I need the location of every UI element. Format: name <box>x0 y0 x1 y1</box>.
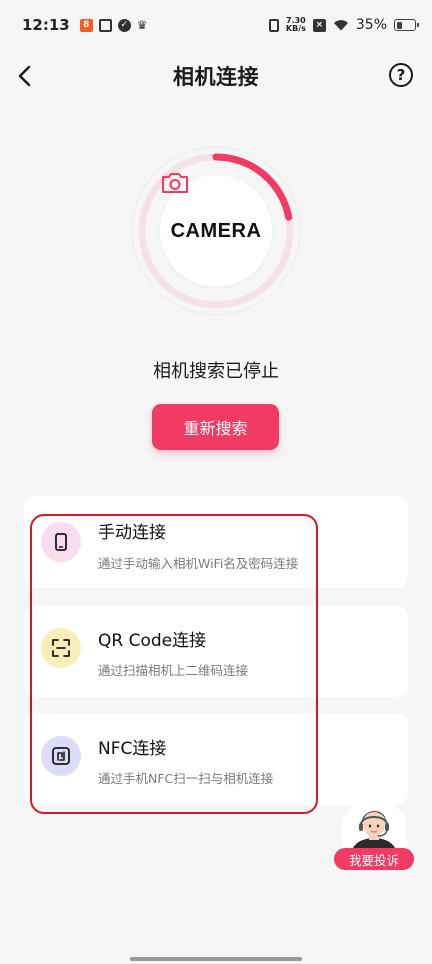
status-bar: 12:13 8 ✓ ♛ 7.30 KB/s × 35% <box>0 0 432 50</box>
speed-icon: 7.30 KB/s <box>286 17 306 33</box>
manual-connect-desc: 通过手动输入相机WiFi名及密码连接 <box>98 556 299 571</box>
box-icon <box>98 18 112 32</box>
back-button[interactable] <box>12 62 40 90</box>
camera-icon <box>162 173 188 193</box>
manual-connect-icon-wrap <box>41 522 81 562</box>
x-badge-icon: × <box>312 18 326 32</box>
help-button[interactable]: ? <box>389 63 413 87</box>
header: 相机连接 ? <box>0 50 432 102</box>
camera-search-indicator: CAMERA <box>130 145 302 317</box>
manual-connect-card[interactable]: 手动连接 通过手动输入相机WiFi名及密码连接 <box>24 496 408 588</box>
page-title: 相机连接 <box>173 65 259 89</box>
nfc-connect-icon-wrap <box>41 736 81 776</box>
nfc-connect-desc: 通过手机NFC扫一扫与相机连接 <box>98 771 274 786</box>
camera-label: CAMERA <box>170 219 262 242</box>
nfc-icon <box>52 747 70 765</box>
crown-icon: ♛ <box>136 18 148 32</box>
vibrate-icon <box>268 18 279 32</box>
manual-connect-title: 手动连接 <box>98 523 166 543</box>
qr-connect-card[interactable]: QR Code连接 通过扫描相机上二维码连接 <box>24 605 408 697</box>
qr-connect-icon-wrap <box>41 628 81 668</box>
net-speed-unit: KB/s <box>285 24 306 33</box>
wifi-icon <box>333 19 349 31</box>
question-circle-icon: ? <box>396 66 406 84</box>
qr-connect-title: QR Code连接 <box>98 631 207 651</box>
customer-service-avatar <box>342 800 406 852</box>
chevron-left-icon <box>18 65 31 87</box>
complaint-label: 我要投诉 <box>334 848 414 870</box>
nfc-connect-card[interactable]: NFC连接 通过手机NFC扫一扫与相机连接 <box>24 713 408 805</box>
phone-icon <box>55 533 67 551</box>
scan-icon <box>52 639 70 657</box>
home-indicator[interactable] <box>130 957 302 961</box>
check-circle-icon: ✓ <box>117 18 131 32</box>
camera-badge: CAMERA <box>160 173 272 287</box>
research-button[interactable]: 重新搜索 <box>152 404 279 450</box>
search-status-text: 相机搜索已停止 <box>153 361 279 382</box>
battery-percent: 35% <box>355 17 387 33</box>
nfc-connect-title: NFC连接 <box>98 739 167 759</box>
status-time: 12:13 <box>22 16 70 34</box>
app-badge-icon: 8 <box>79 18 93 32</box>
qr-connect-desc: 通过扫描相机上二维码连接 <box>98 663 249 678</box>
complaint-button[interactable]: 我要投诉 <box>334 800 414 872</box>
battery-icon <box>394 19 419 31</box>
